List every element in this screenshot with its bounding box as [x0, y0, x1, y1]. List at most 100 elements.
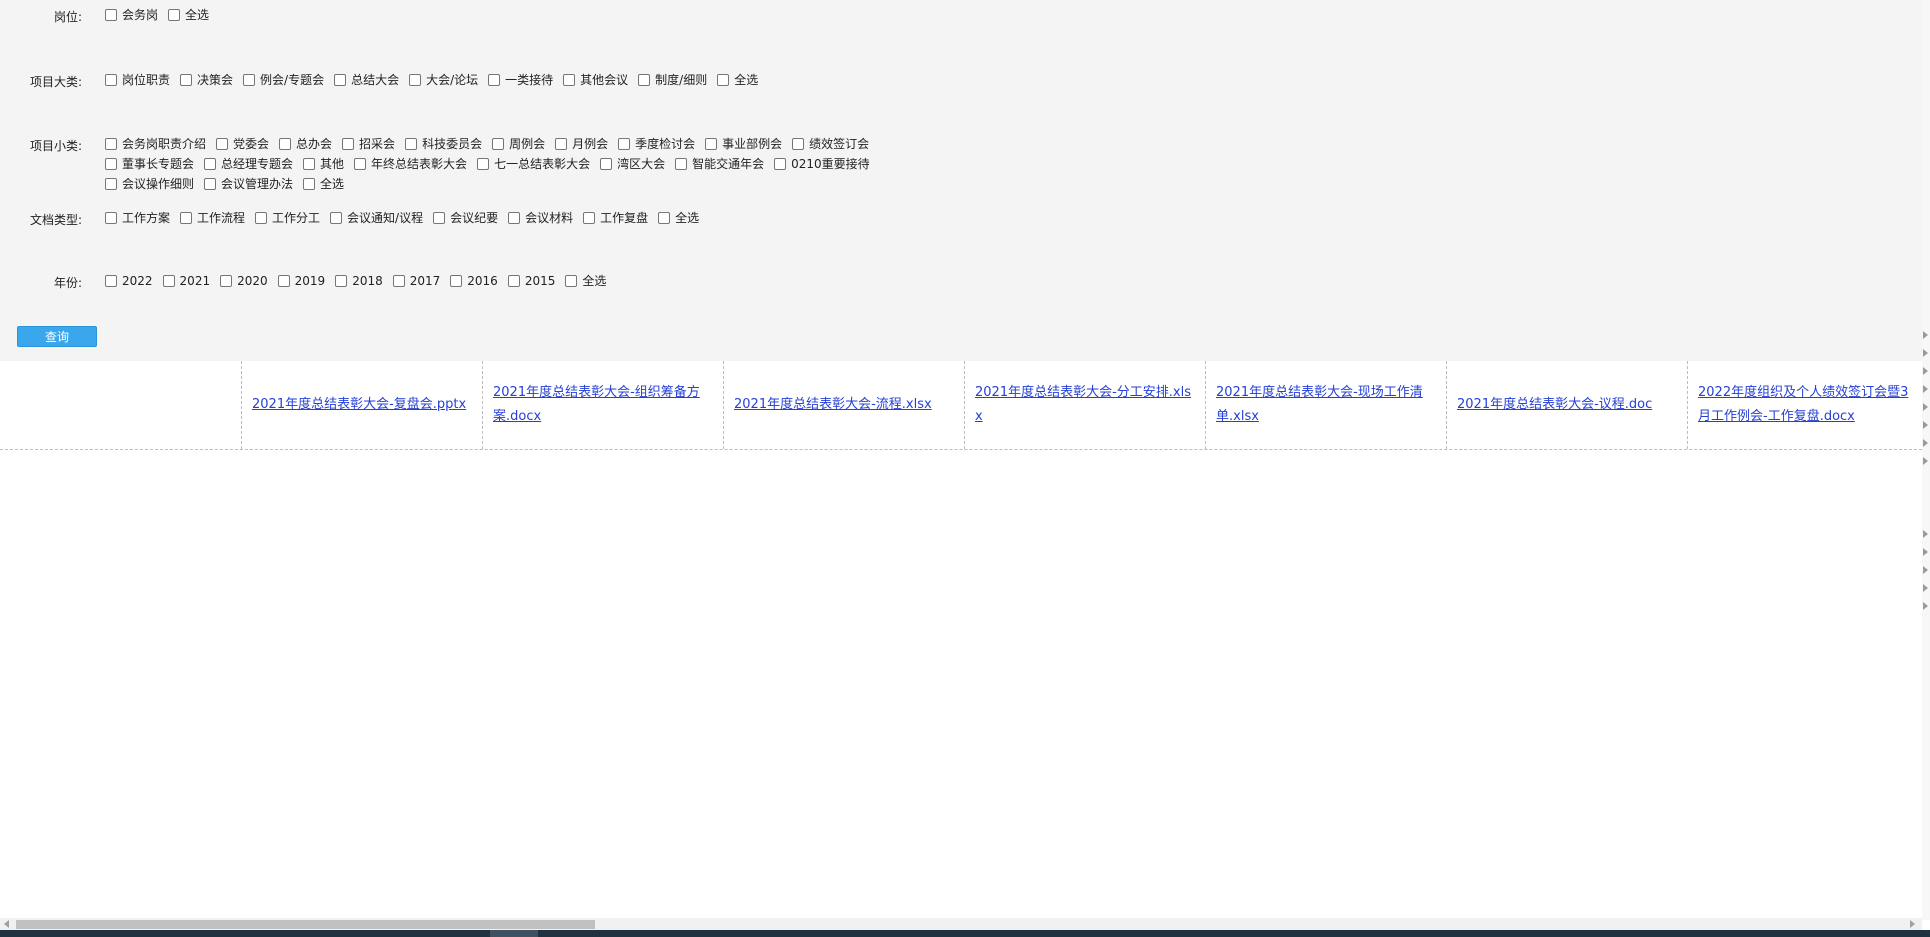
subcategory-option[interactable]: 全选: [303, 175, 344, 193]
horizontal-scroll-thumb[interactable]: [16, 920, 595, 929]
checkbox[interactable]: [168, 9, 181, 21]
checkbox[interactable]: [508, 212, 521, 224]
checkbox[interactable]: [105, 212, 117, 224]
subcategory-option[interactable]: 0210重要接待: [774, 155, 870, 173]
category-option[interactable]: 例会/专题会: [243, 71, 324, 89]
checkbox[interactable]: [243, 74, 256, 86]
year-option[interactable]: 2016: [450, 272, 498, 290]
checkbox[interactable]: [774, 158, 787, 170]
checkbox[interactable]: [792, 138, 805, 150]
checkbox[interactable]: [180, 74, 193, 86]
checkbox[interactable]: [180, 212, 193, 224]
subcategory-option[interactable]: 总办会: [279, 135, 332, 153]
checkbox[interactable]: [162, 275, 175, 287]
checkbox[interactable]: [204, 178, 217, 190]
checkbox[interactable]: [330, 212, 343, 224]
category-option[interactable]: 其他会议: [563, 71, 628, 89]
vertical-scrollbar[interactable]: [1922, 0, 1930, 920]
doctype-option[interactable]: 工作方案: [105, 209, 170, 227]
doctype-option[interactable]: 会议材料: [508, 209, 573, 227]
checkbox[interactable]: [477, 158, 490, 170]
checkbox[interactable]: [600, 158, 613, 170]
year-option[interactable]: 2020: [220, 272, 268, 290]
taskbar-active-item[interactable]: [490, 930, 538, 937]
result-file-link[interactable]: 2021年度总结表彰大会-分工安排.xlsx: [975, 381, 1195, 429]
subcategory-option[interactable]: 会议管理办法: [204, 175, 293, 193]
checkbox[interactable]: [565, 275, 578, 287]
checkbox[interactable]: [409, 74, 422, 86]
subcategory-option[interactable]: 党委会: [216, 135, 269, 153]
checkbox[interactable]: [658, 212, 671, 224]
checkbox[interactable]: [220, 275, 233, 287]
result-file-link[interactable]: 2021年度总结表彰大会-现场工作清单.xlsx: [1216, 381, 1436, 429]
year-option[interactable]: 全选: [565, 272, 606, 290]
checkbox[interactable]: [105, 9, 117, 21]
checkbox[interactable]: [303, 178, 316, 190]
checkbox[interactable]: [216, 138, 229, 150]
checkbox[interactable]: [277, 275, 290, 287]
checkbox[interactable]: [488, 74, 501, 86]
checkbox[interactable]: [334, 74, 347, 86]
year-option[interactable]: 2018: [335, 272, 383, 290]
checkbox[interactable]: [303, 158, 316, 170]
query-button[interactable]: 查询: [17, 326, 97, 347]
position-option[interactable]: 全选: [168, 6, 209, 24]
category-option[interactable]: 一类接待: [488, 71, 553, 89]
doctype-option[interactable]: 会议通知/议程: [330, 209, 423, 227]
checkbox[interactable]: [563, 74, 576, 86]
checkbox[interactable]: [255, 212, 268, 224]
checkbox[interactable]: [204, 158, 217, 170]
result-file-link[interactable]: 2021年度总结表彰大会-流程.xlsx: [734, 393, 932, 417]
doctype-option[interactable]: 工作复盘: [583, 209, 648, 227]
category-option[interactable]: 制度/细则: [638, 71, 707, 89]
checkbox[interactable]: [354, 158, 367, 170]
subcategory-option[interactable]: 其他: [303, 155, 344, 173]
subcategory-option[interactable]: 年终总结表彰大会: [354, 155, 467, 173]
scroll-left-arrow-icon[interactable]: [4, 920, 9, 928]
checkbox[interactable]: [105, 74, 117, 86]
year-option[interactable]: 2021: [162, 272, 210, 290]
subcategory-option[interactable]: 七一总结表彰大会: [477, 155, 590, 173]
checkbox[interactable]: [279, 138, 292, 150]
checkbox[interactable]: [638, 74, 651, 86]
subcategory-option[interactable]: 招采会: [342, 135, 395, 153]
subcategory-option[interactable]: 湾区大会: [600, 155, 665, 173]
subcategory-option[interactable]: 事业部例会: [705, 135, 782, 153]
checkbox[interactable]: [335, 275, 348, 287]
doctype-option[interactable]: 工作分工: [255, 209, 320, 227]
category-option[interactable]: 大会/论坛: [409, 71, 478, 89]
checkbox[interactable]: [675, 158, 688, 170]
result-file-link[interactable]: 2021年度总结表彰大会-组织筹备方案.docx: [493, 381, 713, 429]
checkbox[interactable]: [105, 275, 117, 287]
doctype-option[interactable]: 工作流程: [180, 209, 245, 227]
year-option[interactable]: 2019: [277, 272, 325, 290]
subcategory-option[interactable]: 会议操作细则: [105, 175, 194, 193]
checkbox[interactable]: [392, 275, 405, 287]
checkbox[interactable]: [405, 138, 418, 150]
checkbox[interactable]: [105, 158, 117, 170]
checkbox[interactable]: [705, 138, 718, 150]
category-option[interactable]: 岗位职责: [105, 71, 170, 89]
category-option[interactable]: 决策会: [180, 71, 233, 89]
horizontal-scrollbar[interactable]: [0, 918, 1922, 930]
subcategory-option[interactable]: 总经理专题会: [204, 155, 293, 173]
scroll-right-arrow-icon[interactable]: [1910, 920, 1915, 928]
checkbox[interactable]: [450, 275, 463, 287]
checkbox[interactable]: [433, 212, 446, 224]
checkbox[interactable]: [492, 138, 505, 150]
result-file-link[interactable]: 2021年度总结表彰大会-复盘会.pptx: [252, 393, 466, 417]
subcategory-option[interactable]: 月例会: [555, 135, 608, 153]
subcategory-option[interactable]: 绩效签订会: [792, 135, 869, 153]
doctype-option[interactable]: 会议纪要: [433, 209, 498, 227]
year-option[interactable]: 2017: [392, 272, 440, 290]
checkbox[interactable]: [555, 138, 568, 150]
year-option[interactable]: 2015: [507, 272, 555, 290]
subcategory-option[interactable]: 会务岗职责介绍: [105, 135, 206, 153]
result-file-link[interactable]: 2021年度总结表彰大会-议程.doc: [1457, 393, 1652, 417]
checkbox[interactable]: [105, 138, 117, 150]
category-option[interactable]: 全选: [717, 71, 758, 89]
checkbox[interactable]: [618, 138, 631, 150]
checkbox[interactable]: [507, 275, 520, 287]
result-file-link[interactable]: 2022年度组织及个人绩效签订会暨3月工作例会-工作复盘.docx: [1698, 381, 1918, 429]
checkbox[interactable]: [717, 74, 730, 86]
